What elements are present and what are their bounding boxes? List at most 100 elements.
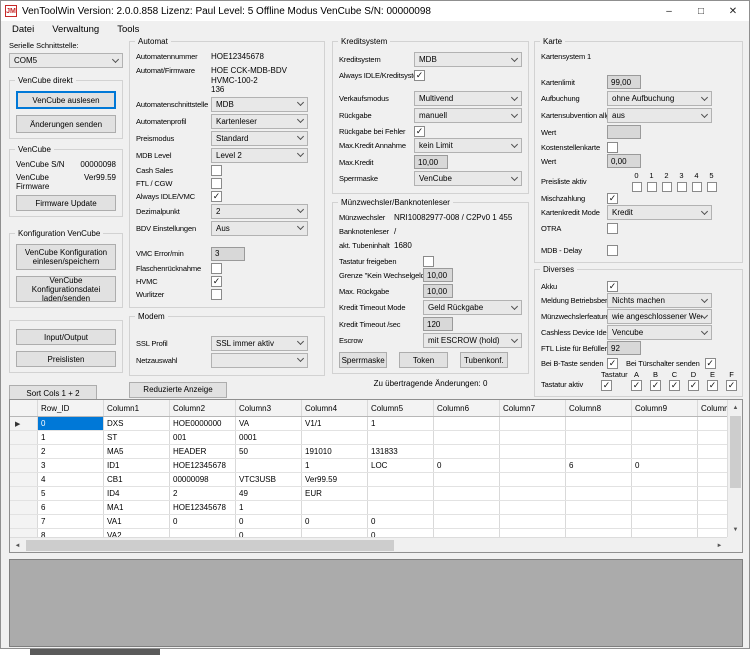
bdv-einstellungen-combo[interactable]: Aus <box>211 221 308 236</box>
grid-cell[interactable] <box>434 431 500 444</box>
tastatur-aktiv-c-checkbox[interactable] <box>669 380 680 391</box>
grid-cell[interactable]: 2 <box>38 445 104 458</box>
grid-cell[interactable]: 191010 <box>302 445 368 458</box>
tastatur-aktiv-b-checkbox[interactable] <box>650 380 661 391</box>
meldung-betriebsbereit-combo[interactable]: Nichts machen <box>607 293 712 308</box>
grid-cell[interactable] <box>632 417 698 430</box>
kredit-timeout-sec-input[interactable]: 120 <box>423 317 453 331</box>
grid-cell[interactable] <box>632 445 698 458</box>
preismodus-combo[interactable]: Standard <box>211 131 308 146</box>
grid-cell[interactable]: 0001 <box>236 431 302 444</box>
grid-cell[interactable] <box>434 445 500 458</box>
ruckgabe-bei-fehler-checkbox[interactable] <box>414 126 425 137</box>
bei-turschalter-senden-checkbox[interactable] <box>705 358 716 369</box>
grid-cell[interactable]: 5 <box>38 487 104 500</box>
grid-cell[interactable] <box>566 473 632 486</box>
wurlitzer-checkbox[interactable] <box>211 289 222 300</box>
grid-cell[interactable] <box>566 501 632 514</box>
mdb-level-combo[interactable]: Level 2 <box>211 148 308 163</box>
grid-row-header[interactable] <box>10 445 38 458</box>
mdb-delay-checkbox[interactable] <box>607 245 618 256</box>
preislisten-button[interactable]: Preislisten <box>16 351 116 367</box>
maximize-button[interactable]: □ <box>685 1 717 21</box>
grid-cell[interactable]: CB1 <box>104 473 170 486</box>
automatenprofil-combo[interactable]: Kartenleser <box>211 114 308 129</box>
grid-cell[interactable]: 7 <box>38 515 104 528</box>
grid-cell[interactable]: ST <box>104 431 170 444</box>
serial-port-combo[interactable]: COM5 <box>9 53 123 68</box>
scroll-down-icon[interactable]: ▼ <box>728 522 743 537</box>
token-button[interactable]: Token <box>399 352 447 368</box>
grid-cell[interactable]: 50 <box>236 445 302 458</box>
grid-cell[interactable] <box>500 501 566 514</box>
aenderungen-senden-button[interactable]: Änderungen senden <box>16 115 116 133</box>
grid-cell[interactable]: 6 <box>566 459 632 472</box>
konfiguration-einlesen-speichern-button[interactable]: VenCube Konfiguration einlesen/speichern <box>16 244 116 270</box>
menu-item-tools[interactable]: Tools <box>108 23 148 36</box>
grid-cell[interactable]: 0 <box>236 515 302 528</box>
grid-cell[interactable]: 131833 <box>368 445 434 458</box>
tastatur-aktiv-a-checkbox[interactable] <box>631 380 642 391</box>
grid-cell[interactable]: HOE12345678 <box>170 501 236 514</box>
grid-row-header[interactable] <box>10 473 38 486</box>
grid-cell[interactable]: DXS <box>104 417 170 430</box>
reduzierte-anzeige-button[interactable]: Reduzierte Anzeige <box>129 382 227 398</box>
grid-cell[interactable] <box>368 501 434 514</box>
grid-cell[interactable]: 001 <box>170 431 236 444</box>
grid-column-header-column1[interactable]: Column1 <box>104 400 170 416</box>
grid-cell[interactable]: 00000098 <box>170 473 236 486</box>
scroll-up-icon[interactable]: ▲ <box>728 400 743 415</box>
preisliste-aktiv-4-checkbox[interactable] <box>692 182 702 192</box>
grid-cell[interactable]: 2 <box>170 487 236 500</box>
otra-checkbox[interactable] <box>607 223 618 234</box>
vmc-error-min-input[interactable]: 3 <box>211 247 245 261</box>
kartensubvention-allg-combo[interactable]: aus <box>607 108 712 123</box>
grid-vertical-scrollbar[interactable]: ▲ ▼ <box>727 400 742 537</box>
cash-sales-checkbox[interactable] <box>211 165 222 176</box>
kartenkredit-mode-combo[interactable]: Kredit <box>607 205 712 220</box>
grid-cell[interactable] <box>236 459 302 472</box>
grid-cell[interactable]: HOE12345678 <box>170 459 236 472</box>
grid-column-header-column4[interactable]: Column4 <box>302 400 368 416</box>
netzauswahl-combo[interactable] <box>211 353 308 368</box>
preisliste-aktiv-5-checkbox[interactable] <box>707 182 717 192</box>
grid-cell[interactable]: VTC3USB <box>236 473 302 486</box>
preisliste-aktiv-2-checkbox[interactable] <box>662 182 672 192</box>
grid-cell[interactable] <box>434 417 500 430</box>
grid-cell[interactable]: 49 <box>236 487 302 500</box>
grid-cell[interactable] <box>500 473 566 486</box>
grid-cell[interactable]: MA5 <box>104 445 170 458</box>
dezimalpunkt-combo[interactable]: 2 <box>211 204 308 219</box>
kartenlimit-input[interactable]: 99,00 <box>607 75 641 89</box>
grid-cell[interactable] <box>500 417 566 430</box>
grid-cell[interactable] <box>500 445 566 458</box>
ssl-profil-combo[interactable]: SSL immer aktiv <box>211 336 308 351</box>
grid-cell[interactable]: 0 <box>632 459 698 472</box>
grid-cell[interactable] <box>434 487 500 500</box>
bei-b-taste-senden-checkbox[interactable] <box>607 358 618 369</box>
horizontal-scrollbar-thumb[interactable] <box>26 540 394 551</box>
grid-cell[interactable]: 1 <box>302 459 368 472</box>
kreditsystem-combo[interactable]: MDB <box>414 52 522 67</box>
grid-cell[interactable]: ID1 <box>104 459 170 472</box>
tastatur-aktiv-f-checkbox[interactable] <box>726 380 737 391</box>
grid-row-header[interactable] <box>10 487 38 500</box>
grid-cell[interactable] <box>566 431 632 444</box>
grid-cell[interactable]: 0 <box>434 459 500 472</box>
grid-cell[interactable] <box>434 515 500 528</box>
scroll-right-icon[interactable]: ► <box>712 538 727 553</box>
grid-cell[interactable] <box>500 515 566 528</box>
vertical-scrollbar-thumb[interactable] <box>730 416 741 488</box>
grid-cell[interactable]: 0 <box>170 515 236 528</box>
mischzahlung-checkbox[interactable] <box>607 193 618 204</box>
grid-cell[interactable] <box>302 431 368 444</box>
grid-column-header-column7[interactable]: Column7 <box>500 400 566 416</box>
tastatur-aktiv-tastatur-checkbox[interactable] <box>601 380 612 391</box>
preisliste-aktiv-1-checkbox[interactable] <box>647 182 657 192</box>
grid-cell[interactable]: 0 <box>38 417 104 430</box>
grid-cell[interactable] <box>632 487 698 500</box>
grid-cell[interactable] <box>500 487 566 500</box>
grid-column-header-column9[interactable]: Column9 <box>632 400 698 416</box>
grid-cell[interactable]: 1 <box>236 501 302 514</box>
preisliste-aktiv-3-checkbox[interactable] <box>677 182 687 192</box>
